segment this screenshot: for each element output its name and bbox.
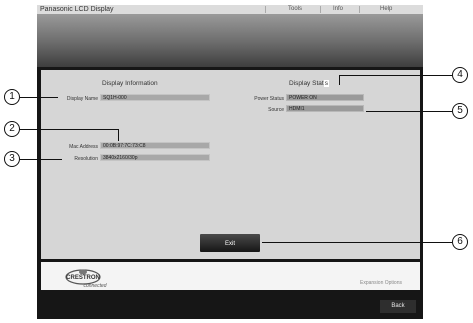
menu-separator — [265, 6, 266, 13]
header-banner — [37, 14, 423, 67]
mac-address-label: Mac Address — [69, 144, 98, 150]
callout-4-line-vertical — [339, 75, 340, 85]
menu-tools[interactable]: Tools — [288, 5, 302, 14]
svg-text:CRESTRON: CRESTRON — [66, 275, 100, 281]
callout-4: 4 — [452, 67, 468, 83]
callout-1-line — [20, 97, 58, 98]
callout-2-line — [20, 129, 118, 130]
display-information-heading: Display Information — [102, 80, 158, 87]
callout-6: 6 — [452, 234, 468, 250]
mac-address-field: 00:0B:97:7C:73:C8 — [100, 142, 210, 149]
callout-5: 5 — [452, 103, 468, 119]
crestron-logo-icon: CRESTRON connected — [65, 269, 107, 289]
display-name-field: SQ1H-000 — [100, 94, 210, 101]
source-label: Source — [268, 107, 284, 113]
exit-button[interactable]: Exit — [200, 234, 260, 252]
title-bar: Panasonic LCD Display Tools Info Help — [37, 5, 423, 14]
callout-1: 1 — [4, 89, 20, 105]
power-status-label: Power Status — [254, 96, 284, 102]
resolution-field: 3840x2160/30p — [100, 154, 210, 161]
callout-3: 3 — [4, 151, 20, 167]
callout-2-line-vertical — [118, 129, 119, 141]
expansion-options-link[interactable]: Expansion Options — [360, 280, 402, 286]
back-button[interactable]: Back — [380, 300, 416, 313]
source-field: HDMI1 — [286, 105, 364, 112]
callout-5-line — [366, 111, 452, 112]
menu-separator — [359, 6, 360, 13]
power-status-field: POWER ON — [286, 94, 364, 101]
svg-text:connected: connected — [83, 283, 106, 289]
window-title: Panasonic LCD Display — [40, 6, 114, 13]
callout-4-line — [339, 75, 452, 76]
display-status-heading: Display Stats — [289, 80, 329, 87]
crestron-logo: CRESTRON connected — [63, 268, 118, 290]
menu-help[interactable]: Help — [380, 5, 392, 14]
callout-3-line — [20, 159, 62, 160]
callout-2: 2 — [4, 121, 20, 137]
menu-info[interactable]: Info — [333, 5, 343, 14]
callout-6-line — [262, 242, 452, 243]
menu-separator — [320, 6, 321, 13]
